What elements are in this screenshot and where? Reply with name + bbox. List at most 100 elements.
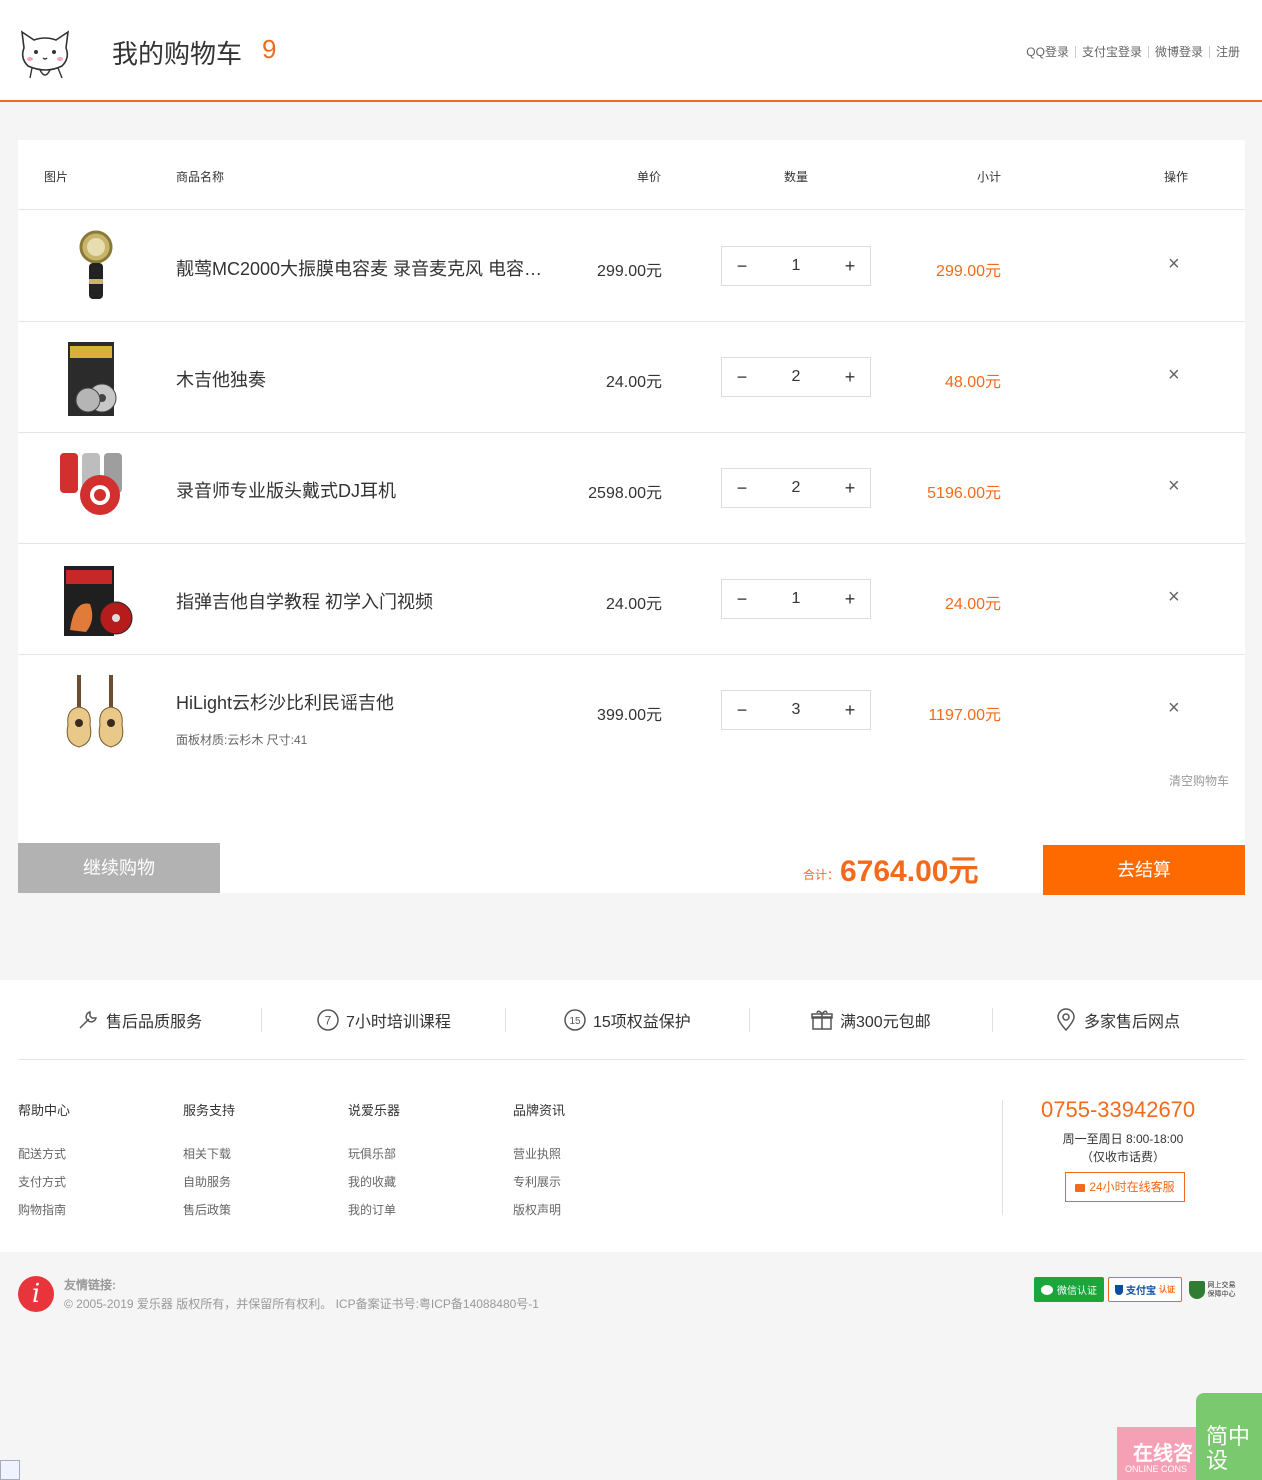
decrease-button[interactable]: − xyxy=(722,469,762,507)
footer-link[interactable]: 购物指南 xyxy=(18,1201,70,1229)
checkout-button[interactable]: 去结算 xyxy=(1043,845,1245,895)
footer-link[interactable]: 营业执照 xyxy=(513,1145,565,1173)
footer-link[interactable]: 支付方式 xyxy=(18,1173,70,1201)
alipay-login-link[interactable]: 支付宝登录 xyxy=(1082,43,1142,60)
footer-link[interactable]: 我的收藏 xyxy=(348,1173,400,1201)
float-label: 在线咨 xyxy=(1133,1443,1193,1465)
footer-link[interactable]: 玩俱乐部 xyxy=(348,1145,400,1173)
service-label: 7小时培训课程 xyxy=(346,1014,451,1031)
footer-column-brand: 品牌资讯 营业执照 专利展示 版权声明 xyxy=(513,1100,565,1229)
delete-icon[interactable]: × xyxy=(1168,364,1180,387)
paw-icon[interactable] xyxy=(0,1460,20,1480)
footer-link[interactable]: 我的订单 xyxy=(348,1201,400,1229)
quantity-stepper: − 1 + xyxy=(721,579,871,619)
online-service-label: 24小时在线客服 xyxy=(1089,1180,1175,1194)
decrease-button[interactable]: − xyxy=(722,580,762,618)
cart-count-badge: 9 xyxy=(262,34,277,64)
alipay-verified-badge[interactable]: 支付宝 认证 xyxy=(1108,1277,1182,1302)
quantity-input[interactable]: 1 xyxy=(762,247,830,285)
quantity-input[interactable]: 2 xyxy=(762,358,830,396)
clear-cart-link[interactable]: 清空购物车 xyxy=(1169,772,1229,789)
footer-link[interactable]: 自助服务 xyxy=(183,1173,235,1201)
decrease-button[interactable]: − xyxy=(722,691,762,729)
hours-text: 周一至周日 8:00-18:00 xyxy=(1062,1132,1184,1146)
increase-button[interactable]: + xyxy=(830,469,870,507)
continue-shopping-button[interactable]: 继续购物 xyxy=(18,843,220,893)
online-consult-float[interactable]: 在线咨 ONLINE CONS xyxy=(1117,1427,1202,1480)
delete-icon[interactable]: × xyxy=(1168,475,1180,498)
column-title: 品牌资讯 xyxy=(513,1103,566,1118)
service-label: 售后品质服务 xyxy=(106,1014,203,1031)
col-action: 操作 xyxy=(1164,170,1189,184)
unit-price: 399.00元 xyxy=(597,707,662,724)
friend-links-label[interactable]: 友情链接: xyxy=(64,1276,116,1293)
cart-row: 靓莺MC2000大振膜电容麦 录音麦克风 电容麦克风 299.00元 − 1 +… xyxy=(18,211,1245,322)
quantity-input[interactable]: 1 xyxy=(762,580,830,618)
language-switch-float[interactable]: 简中设 xyxy=(1196,1393,1262,1480)
cart-panel: 图片 商品名称 单价 数量 小计 操作 靓莺MC2000大振膜电容麦 录音麦克风… xyxy=(18,140,1245,895)
quantity-stepper: − 2 + xyxy=(721,468,871,508)
divider xyxy=(1147,45,1149,58)
delete-icon[interactable]: × xyxy=(1168,586,1180,609)
trade-protection-badge[interactable]: 网上交易保障中心 xyxy=(1186,1277,1244,1302)
guitar-dvd-icon[interactable] xyxy=(56,560,136,640)
delete-icon[interactable]: × xyxy=(1168,697,1180,720)
service-item[interactable]: 多家售后网点 xyxy=(1054,1008,1180,1032)
product-name[interactable]: 录音师专业版头戴式DJ耳机 xyxy=(176,477,396,503)
guitar-book-icon[interactable] xyxy=(56,338,136,418)
decrease-button[interactable]: − xyxy=(722,358,762,396)
site-logo-icon[interactable]: i xyxy=(18,1276,54,1312)
divider xyxy=(749,1008,750,1032)
col-name: 商品名称 xyxy=(176,170,225,184)
footer-link[interactable]: 专利展示 xyxy=(513,1173,565,1201)
register-link[interactable]: 注册 xyxy=(1216,43,1240,60)
service-item[interactable]: 15 15项权益保护 xyxy=(563,1008,691,1032)
service-item[interactable]: 售后品质服务 xyxy=(76,1008,202,1032)
quantity-input[interactable]: 2 xyxy=(762,469,830,507)
qq-login-link[interactable]: QQ登录 xyxy=(1026,43,1069,60)
col-price: 单价 xyxy=(637,170,662,184)
headphones-icon[interactable] xyxy=(56,449,136,529)
footer-column-about: 说爱乐器 玩俱乐部 我的收藏 我的订单 xyxy=(348,1100,400,1229)
col-image: 图片 xyxy=(44,170,69,184)
footer-link[interactable]: 相关下载 xyxy=(183,1145,235,1173)
acoustic-guitar-icon[interactable] xyxy=(56,671,136,751)
footer-link[interactable]: 售后政策 xyxy=(183,1201,235,1229)
gift-icon xyxy=(811,1010,833,1030)
footer-link[interactable]: 版权声明 xyxy=(513,1201,565,1229)
increase-button[interactable]: + xyxy=(830,358,870,396)
bottom-bar: i 友情链接: © 2005-2019 爱乐器 版权所有，并保留所有权利。 IC… xyxy=(0,1252,1262,1480)
online-service-button[interactable]: 24小时在线客服 xyxy=(1065,1172,1185,1202)
decrease-button[interactable]: − xyxy=(722,247,762,285)
product-name[interactable]: 靓莺MC2000大振膜电容麦 录音麦克风 电容麦克风 xyxy=(176,255,544,281)
unit-price: 2598.00元 xyxy=(588,485,662,502)
service-label: 15项权益保护 xyxy=(593,1014,691,1031)
divider xyxy=(1208,45,1210,58)
delete-icon[interactable]: × xyxy=(1168,253,1180,276)
wechat-icon xyxy=(1041,1284,1053,1295)
service-item[interactable]: 满300元包邮 xyxy=(810,1008,931,1032)
shield-icon xyxy=(1115,1284,1123,1295)
footer-link[interactable]: 配送方式 xyxy=(18,1145,70,1173)
service-item[interactable]: 7 7小时培训课程 xyxy=(316,1008,451,1032)
page-title: 我的购物车 xyxy=(112,39,243,69)
subtotal: 1197.00元 xyxy=(928,707,1001,724)
subtotal: 299.00元 xyxy=(936,263,1001,280)
increase-button[interactable]: + xyxy=(830,247,870,285)
location-pin-icon xyxy=(1057,1008,1075,1032)
col-subtotal: 小计 xyxy=(977,170,1002,184)
badge-label: 支付宝 xyxy=(1126,1286,1156,1297)
microphone-icon[interactable] xyxy=(56,227,136,307)
cat-logo-icon[interactable] xyxy=(16,28,74,82)
product-name[interactable]: 木吉他独奏 xyxy=(176,366,266,392)
wechat-verified-badge[interactable]: 微信认证 xyxy=(1034,1277,1104,1302)
quantity-stepper: − 3 + xyxy=(721,690,871,730)
product-name[interactable]: 指弹吉他自学教程 初学入门视频 xyxy=(176,588,433,614)
increase-button[interactable]: + xyxy=(830,580,870,618)
quantity-input[interactable]: 3 xyxy=(762,691,830,729)
increase-button[interactable]: + xyxy=(830,691,870,729)
product-name[interactable]: HiLight云杉沙比利民谣吉他 xyxy=(176,689,394,715)
hotline-number: 0755-33942670 xyxy=(1041,1097,1196,1122)
footer-column-support: 服务支持 相关下载 自助服务 售后政策 xyxy=(183,1100,235,1229)
weibo-login-link[interactable]: 微博登录 xyxy=(1155,43,1203,60)
